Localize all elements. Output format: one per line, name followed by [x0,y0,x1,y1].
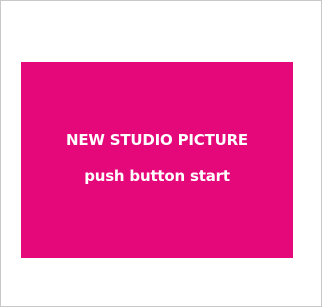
window-frame: NEW STUDIO PICTURE push button start [0,0,322,307]
panel-title: NEW STUDIO PICTURE [66,130,248,149]
new-studio-picture-button[interactable]: NEW STUDIO PICTURE push button start [21,62,293,258]
push-button-start-label: push button start [84,166,230,185]
